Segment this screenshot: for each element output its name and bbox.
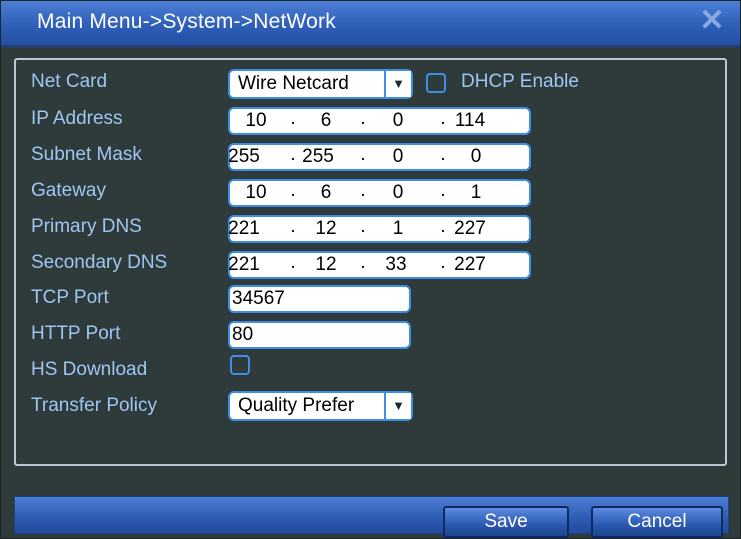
secondary-dns-octet-3[interactable]: 33 xyxy=(376,253,416,277)
transfer-policy-select[interactable]: Quality Prefer ▼ xyxy=(228,391,413,421)
ip-dot: . xyxy=(440,108,446,129)
primary-dns-dot: . xyxy=(290,216,296,237)
secondary-dns-field[interactable]: 221 . 12 . 33 . 227 xyxy=(228,251,531,279)
secondary-dns-label: Secondary DNS xyxy=(31,252,168,273)
tcp-port-label: TCP Port xyxy=(31,287,109,308)
gateway-octet-4[interactable]: 1 xyxy=(456,181,496,205)
subnet-mask-field[interactable]: 255 . 255 . 0 . 0 xyxy=(228,143,531,171)
primary-dns-octet-2[interactable]: 12 xyxy=(306,217,346,241)
subnet-mask-label: Subnet Mask xyxy=(31,144,142,165)
tcp-port-input[interactable]: 34567 xyxy=(228,285,411,313)
subnet-dot: . xyxy=(440,144,446,165)
gateway-octet-2[interactable]: 6 xyxy=(306,181,346,205)
gateway-dot: . xyxy=(360,180,366,201)
gateway-octet-1[interactable]: 10 xyxy=(236,181,276,205)
gateway-dot: . xyxy=(440,180,446,201)
window-title: Main Menu->System->NetWork xyxy=(37,10,336,33)
ip-octet-3[interactable]: 0 xyxy=(378,109,418,133)
secondary-dns-dot: . xyxy=(440,252,446,273)
net-card-label: Net Card xyxy=(31,71,108,92)
primary-dns-field[interactable]: 221 . 12 . 1 . 227 xyxy=(228,215,531,243)
secondary-dns-dot: . xyxy=(290,252,296,273)
ip-octet-4[interactable]: 114 xyxy=(450,109,490,133)
gateway-label: Gateway xyxy=(31,180,106,201)
subnet-dot: . xyxy=(360,144,366,165)
dropdown-arrow-icon[interactable]: ▼ xyxy=(384,71,411,97)
primary-dns-octet-4[interactable]: 227 xyxy=(450,217,490,241)
subnet-octet-2[interactable]: 255 xyxy=(298,145,338,169)
secondary-dns-octet-1[interactable]: 221 xyxy=(224,253,264,277)
dhcp-enable-checkbox[interactable] xyxy=(426,73,446,93)
net-card-select[interactable]: Wire Netcard ▼ xyxy=(228,69,413,99)
transfer-policy-label: Transfer Policy xyxy=(31,395,157,416)
hs-download-checkbox[interactable] xyxy=(230,355,250,375)
secondary-dns-dot: . xyxy=(360,252,366,273)
primary-dns-octet-3[interactable]: 1 xyxy=(378,217,418,241)
gateway-field[interactable]: 10 . 6 . 0 . 1 xyxy=(228,179,531,207)
gateway-dot: . xyxy=(290,180,296,201)
close-icon[interactable]: ✕ xyxy=(698,6,726,36)
subnet-octet-3[interactable]: 0 xyxy=(378,145,418,169)
primary-dns-label: Primary DNS xyxy=(31,216,142,237)
ip-octet-1[interactable]: 10 xyxy=(236,109,276,133)
ip-dot: . xyxy=(290,108,296,129)
primary-dns-dot: . xyxy=(360,216,366,237)
secondary-dns-octet-4[interactable]: 227 xyxy=(450,253,490,277)
primary-dns-octet-1[interactable]: 221 xyxy=(224,217,264,241)
http-port-input[interactable]: 80 xyxy=(228,321,411,349)
http-port-label: HTTP Port xyxy=(31,323,121,344)
network-settings-window: Main Menu->System->NetWork ✕ Net Card Wi… xyxy=(0,0,741,539)
hs-download-label: HS Download xyxy=(31,359,148,380)
subnet-octet-1[interactable]: 255 xyxy=(224,145,264,169)
cancel-button[interactable]: Cancel xyxy=(591,506,723,538)
gateway-octet-3[interactable]: 0 xyxy=(378,181,418,205)
subnet-octet-4[interactable]: 0 xyxy=(456,145,496,169)
net-card-value: Wire Netcard xyxy=(238,73,349,94)
subnet-dot: . xyxy=(290,144,296,165)
dhcp-enable-label: DHCP Enable xyxy=(461,71,579,92)
ip-address-label: IP Address xyxy=(31,108,123,129)
transfer-policy-value: Quality Prefer xyxy=(238,395,355,416)
dropdown-arrow-icon[interactable]: ▼ xyxy=(384,393,411,419)
ip-octet-2[interactable]: 6 xyxy=(306,109,346,133)
ip-dot: . xyxy=(360,108,366,129)
secondary-dns-octet-2[interactable]: 12 xyxy=(306,253,346,277)
title-bar: Main Menu->System->NetWork ✕ xyxy=(1,1,740,47)
ip-address-field[interactable]: 10 . 6 . 0 . 114 xyxy=(228,107,531,135)
save-button[interactable]: Save xyxy=(443,506,569,538)
primary-dns-dot: . xyxy=(440,216,446,237)
